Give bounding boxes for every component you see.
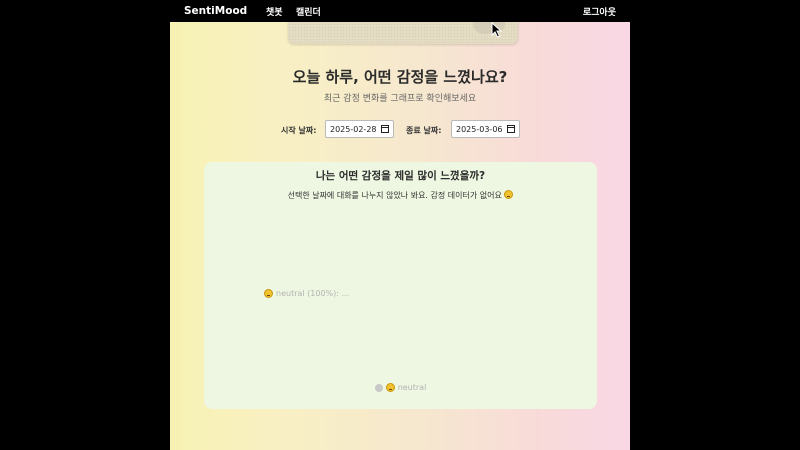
logout-link[interactable]: 로그아웃: [583, 5, 616, 18]
start-date-value: 2025-02-28: [330, 124, 377, 134]
legend-label[interactable]: neutral: [398, 383, 427, 392]
main-page: 오늘 하루, 어떤 감정을 느꼈나요? 최근 감정 변화를 그래프로 확인해보세…: [170, 22, 630, 450]
calendar-icon[interactable]: [507, 125, 515, 133]
neutral-face-icon: [264, 289, 273, 298]
top-navbar: SentiMood 챗봇 캘린더 로그아웃: [170, 0, 630, 22]
neutral-face-icon: [385, 383, 395, 392]
pie-slice-label-text: neutral (100%): ...: [276, 289, 350, 298]
end-date-input[interactable]: 2025-03-06: [451, 120, 520, 138]
nav-link-calendar[interactable]: 캘린더: [296, 5, 321, 18]
mouse-cursor-icon: [491, 22, 503, 38]
brand-logo[interactable]: SentiMood: [184, 5, 247, 17]
pie-slice-label: neutral (100%): ...: [264, 289, 349, 298]
emotion-chart-card: 나는 어떤 감정을 제일 많이 느꼈을까? 선택한 날짜에 대화를 나누지 않았…: [204, 162, 597, 409]
calendar-icon[interactable]: [381, 125, 389, 133]
nav-link-chatbot[interactable]: 챗봇: [266, 5, 283, 18]
legend-swatch[interactable]: [374, 383, 383, 392]
end-date-label: 종료 날짜:: [406, 126, 442, 135]
chart-title: 나는 어떤 감정을 제일 많이 느꼈을까?: [315, 170, 486, 182]
page-title: 오늘 하루, 어떤 감정을 느꼈나요?: [292, 68, 508, 86]
sad-face-icon: [504, 190, 514, 199]
page-subtitle: 최근 감정 변화를 그래프로 확인해보세요: [323, 94, 477, 104]
start-date-input[interactable]: 2025-02-28: [325, 120, 394, 138]
empty-data-message: 선택한 날짜에 대화를 나누지 않았나 봐요. 감정 데이터가 없어요: [204, 190, 597, 201]
end-date-value: 2025-03-06: [456, 124, 503, 134]
date-filter: 시작 날짜: 2025-02-28 종료 날짜: 2025-03-06: [170, 120, 630, 140]
empty-data-text: 선택한 날짜에 대화를 나누지 않았나 봐요. 감정 데이터가 없어요: [287, 191, 502, 200]
start-date-label: 시작 날짜:: [281, 126, 317, 135]
chart-legend: neutral: [204, 383, 597, 392]
